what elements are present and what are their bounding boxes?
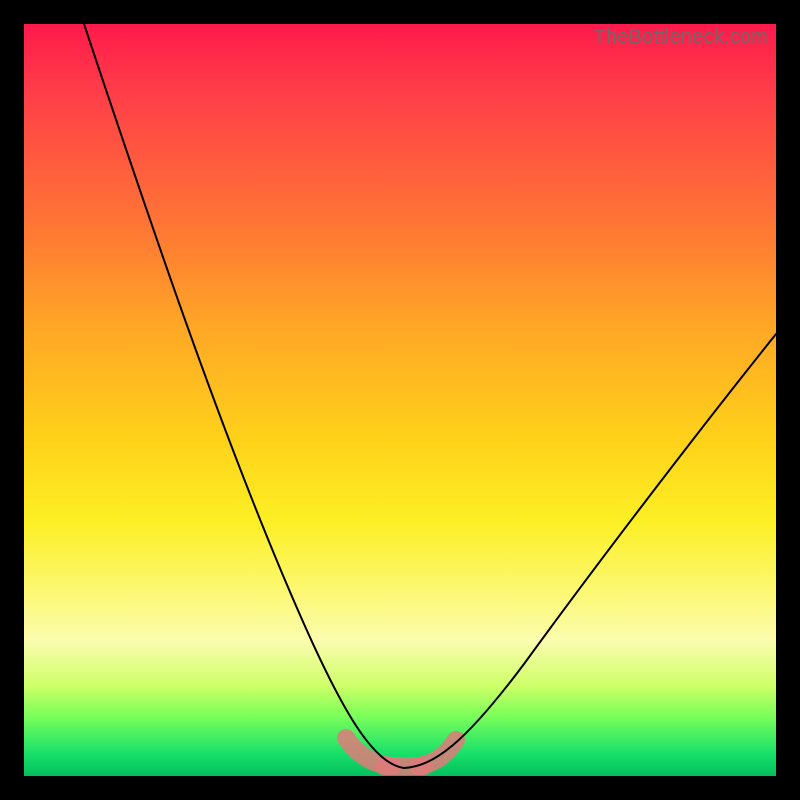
curve-left-branch bbox=[84, 24, 404, 768]
bottleneck-curve bbox=[24, 24, 776, 776]
chart-frame: TheBottleneck.com bbox=[0, 0, 800, 800]
curve-right-branch bbox=[404, 334, 776, 768]
chart-plot-area: TheBottleneck.com bbox=[24, 24, 776, 776]
